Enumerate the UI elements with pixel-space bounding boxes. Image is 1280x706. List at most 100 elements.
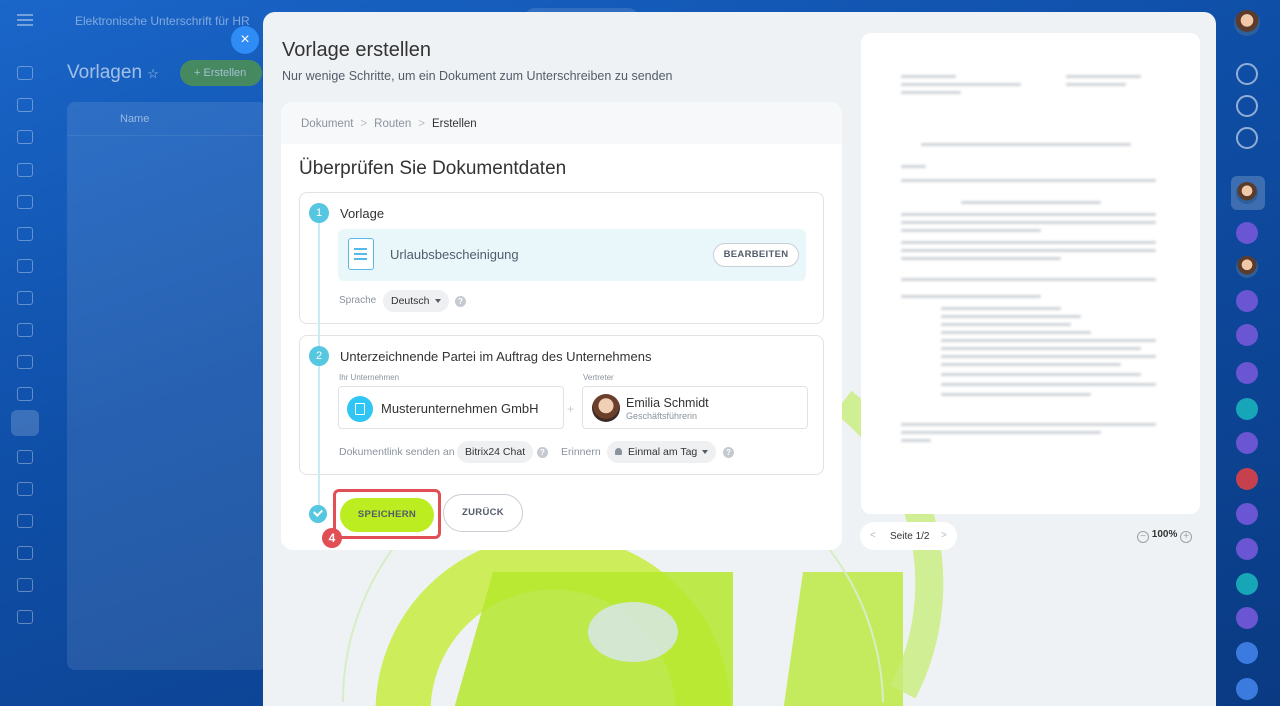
copy-icon[interactable] (17, 323, 33, 337)
review-card: Dokument > Routen > Erstellen Überprüfen Sie… (281, 102, 842, 550)
chat-item-icon[interactable] (1236, 538, 1258, 560)
cart-icon[interactable] (17, 387, 33, 401)
chevron-left-icon[interactable]: < (870, 530, 876, 541)
help-icon[interactable]: ? (723, 447, 734, 458)
remind-select[interactable]: Einmal am Tag (607, 441, 717, 463)
representative-label: Vertreter (583, 373, 614, 382)
help-icon[interactable]: ? (537, 447, 548, 458)
representative-selector[interactable]: Emilia Schmidt Geschäftsführerin (582, 386, 808, 429)
page-indicator: Seite 1/2 (890, 531, 930, 542)
checklist-icon[interactable] (17, 291, 33, 305)
right-sidebar (1216, 0, 1280, 706)
menu-icon[interactable] (17, 14, 33, 26)
step-number: 1 (309, 203, 329, 223)
tasks-icon[interactable] (17, 130, 33, 144)
check-icon (309, 505, 327, 523)
step-title: Vorlage (340, 206, 385, 221)
chat-item-icon[interactable] (1236, 503, 1258, 525)
document-row: Urlaubsbescheinigung BEARBEITEN (338, 229, 806, 281)
company-name: Musterunternehmen GmbH (381, 401, 539, 416)
lock-icon[interactable] (1236, 642, 1258, 664)
company-label: Ihr Unternehmen (339, 373, 400, 382)
chat-item-icon[interactable] (1236, 468, 1258, 490)
bell-icon (615, 448, 622, 455)
close-slider-button[interactable]: × (231, 26, 259, 54)
chat-item-icon[interactable] (1236, 290, 1258, 312)
create-button[interactable]: + Erstellen (180, 60, 262, 86)
document-name: Urlaubsbescheinigung (390, 247, 519, 262)
chat-item-icon[interactable] (1236, 362, 1258, 384)
settings-icon[interactable] (17, 514, 33, 528)
document-icon (348, 238, 374, 270)
slider-title: Vorlage erstellen (282, 39, 431, 61)
chevron-down-icon (434, 299, 441, 303)
feed-icon[interactable] (17, 98, 33, 112)
page-navigator: < Seite 1/2 > (860, 522, 957, 550)
user-avatar[interactable] (1234, 10, 1260, 36)
contacts-icon[interactable] (17, 163, 33, 177)
step-template-box: 1 Vorlage Urlaubsbescheinigung BEARBEITE… (299, 192, 824, 324)
group-icon[interactable] (17, 610, 33, 624)
breadcrumb-item[interactable]: Routen (374, 118, 411, 130)
sign-active-icon[interactable] (11, 410, 39, 436)
zoom-control: − 100% + (1137, 529, 1193, 543)
step-number: 2 (309, 346, 329, 366)
slider-subtitle: Nur wenige Schritte, um ein Dokument zum… (282, 69, 673, 83)
plus-icon: + (567, 402, 575, 416)
sites-icon[interactable] (17, 259, 33, 273)
zoom-level: 100% (1151, 529, 1178, 540)
table-header-name: Name (67, 102, 267, 136)
calendar-icon[interactable] (17, 578, 33, 592)
chat-item-icon[interactable] (1236, 222, 1258, 244)
chat-avatar[interactable] (1236, 182, 1258, 204)
chat-item-icon[interactable] (1236, 398, 1258, 420)
send-link-label: Dokumentlink senden an (339, 446, 455, 458)
left-sidebar (0, 0, 50, 706)
chat-item-icon[interactable] (1236, 432, 1258, 454)
lock-icon[interactable] (1236, 607, 1258, 629)
lock-icon[interactable] (1236, 573, 1258, 595)
zoom-in-icon[interactable]: + (1180, 531, 1193, 543)
breadcrumb-item[interactable]: Dokument (301, 118, 353, 130)
step-title: Unterzeichnende Partei im Auftrag des Un… (340, 349, 652, 364)
company-selector[interactable]: Musterunternehmen GmbH (338, 386, 564, 429)
create-template-slider: Vorlage erstellen Nur wenige Schritte, u… (263, 12, 1216, 706)
annotation-highlight (333, 489, 441, 539)
notifications-icon[interactable] (1236, 63, 1258, 85)
avatar (592, 394, 620, 422)
mail-icon[interactable] (17, 482, 33, 496)
review-heading: Überprüfen Sie Dokumentdaten (299, 158, 567, 179)
drive-icon[interactable] (17, 227, 33, 241)
templates-table: Name (67, 102, 267, 670)
breadcrumb: Dokument > Routen > Erstellen (281, 102, 842, 144)
language-label: Sprache (339, 295, 377, 306)
marketing-icon[interactable] (17, 450, 33, 464)
copilot-icon[interactable] (1236, 95, 1258, 117)
chat-search-icon[interactable] (1236, 127, 1258, 149)
step-signer-box: 2 Unterzeichnende Partei im Auftrag des … (299, 335, 824, 475)
lock-icon[interactable] (1236, 678, 1258, 700)
documents-icon[interactable] (17, 195, 33, 209)
chat-item-icon[interactable] (1236, 324, 1258, 346)
filter-icon[interactable] (17, 546, 33, 560)
representative-role: Geschäftsführerin (626, 411, 698, 421)
chevron-right-icon[interactable]: > (941, 530, 947, 541)
annotation-badge: 4 (322, 528, 342, 548)
chevron-down-icon (702, 450, 709, 454)
zoom-out-icon[interactable]: − (1137, 531, 1149, 543)
edit-button[interactable]: BEARBEITEN (713, 243, 799, 267)
analytics-icon[interactable] (17, 355, 33, 369)
chat-avatar[interactable] (1236, 256, 1258, 278)
representative-name: Emilia Schmidt (626, 396, 709, 410)
breadcrumb-current: Erstellen (431, 118, 477, 130)
language-select[interactable]: Deutsch (383, 290, 449, 312)
app-title: Elektronische Unterschrift für HR (75, 14, 250, 28)
remind-label: Erinnern (561, 446, 601, 458)
send-link-select[interactable]: Bitrix24 Chat (457, 441, 534, 463)
home-icon[interactable] (17, 66, 33, 80)
help-icon[interactable]: ? (455, 296, 466, 307)
company-icon (347, 396, 373, 422)
page-title: Vorlagen ☆ (67, 62, 159, 83)
back-button[interactable]: ZURÜCK (443, 494, 523, 532)
document-preview (861, 33, 1200, 514)
